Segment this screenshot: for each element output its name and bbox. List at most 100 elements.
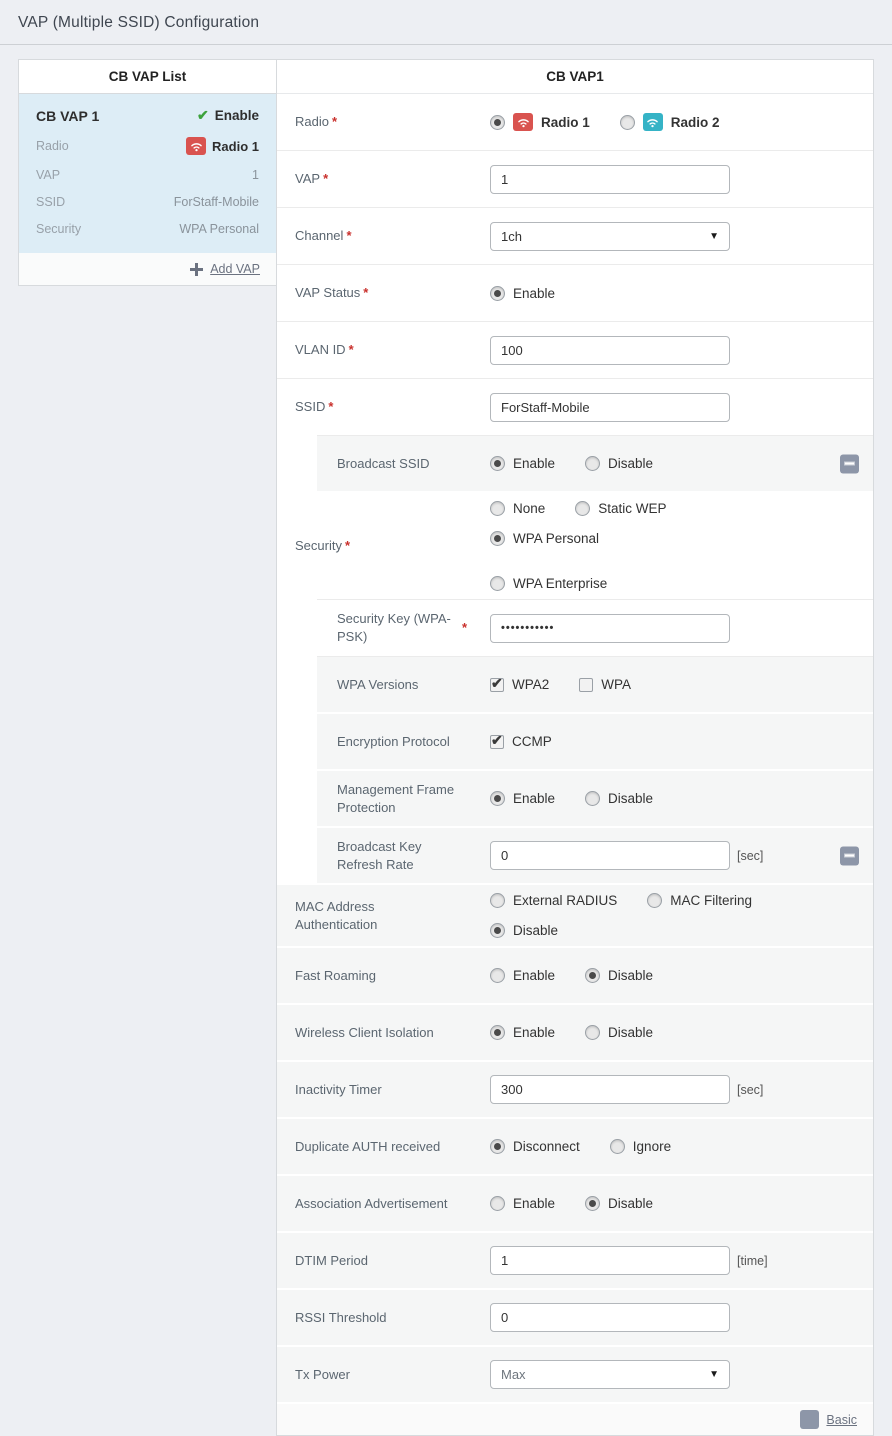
collapse-icon[interactable] <box>840 454 859 473</box>
form-row-security-key-wpa-psk: Security Key (WPA-PSK) * <box>277 598 873 658</box>
radio-button[interactable] <box>585 791 601 806</box>
field-label: Tx Power <box>295 1366 350 1382</box>
dtim-period-input[interactable] <box>490 1246 730 1275</box>
field-label-cell: Inactivity Timer <box>295 1081 490 1099</box>
radio-button[interactable] <box>585 456 601 471</box>
channel-select[interactable]: 1ch ▼ <box>490 221 730 251</box>
field-control: WPA2 WPA <box>490 675 813 692</box>
radio-button[interactable] <box>619 114 635 130</box>
field-label-cell: VAP * <box>295 170 490 188</box>
collapse-icon[interactable] <box>840 846 859 865</box>
radio-option-enable[interactable]: Enable <box>490 285 555 301</box>
add-vap-link[interactable]: Add VAP <box>210 262 260 276</box>
radio-button[interactable] <box>490 791 505 806</box>
checkbox[interactable] <box>490 675 504 692</box>
required-asterisk: * <box>344 538 351 554</box>
radio-button[interactable] <box>647 893 663 908</box>
radio-button[interactable] <box>490 893 505 908</box>
collapse-basic-icon[interactable] <box>800 1410 820 1429</box>
radio-option-enable[interactable]: Enable <box>490 1196 555 1211</box>
radio-option-wpa-enterprise[interactable]: WPA Enterprise <box>490 576 607 591</box>
radio-option-disable[interactable]: Disable <box>585 1025 653 1040</box>
radio-option-disable[interactable]: Disable <box>585 456 653 471</box>
field-label-cell: Broadcast Key Refresh Rate <box>337 838 490 873</box>
required-asterisk: * <box>363 285 369 301</box>
field-label: Channel <box>295 228 344 244</box>
radio-button[interactable] <box>585 968 601 983</box>
radio-option-none[interactable]: None <box>490 501 545 516</box>
tx-power-select[interactable]: Max ▼ <box>490 1360 730 1389</box>
field-label: Fast Roaming <box>295 967 376 983</box>
indent-gutter <box>277 655 317 714</box>
checkbox-option-ccmp[interactable]: CCMP <box>490 732 552 749</box>
form-row-broadcast-ssid: Broadcast SSID Enable Disable <box>277 434 873 493</box>
vap-list-item-cb-vap-1[interactable]: CB VAP 1 ✔ Enable Radio Radio 1 VAP 1 SS… <box>19 94 276 253</box>
radio-option-ignore[interactable]: Ignore <box>609 1139 671 1154</box>
radio-option-enable[interactable]: Enable <box>490 456 555 471</box>
radio-option-disable[interactable]: Disable <box>585 791 653 806</box>
inactivity-timer-input[interactable] <box>490 1075 730 1104</box>
field-control: Enable Disable <box>490 456 813 471</box>
broadcast-key-refresh-rate-input[interactable] <box>490 841 730 870</box>
radio-button[interactable] <box>585 1196 601 1211</box>
checkbox-option-wpa2[interactable]: WPA2 <box>490 675 549 692</box>
vap-field-ssid: SSID ForStaff-Mobile <box>36 195 259 209</box>
radio-option-disconnect[interactable]: Disconnect <box>490 1139 580 1154</box>
radio-option-enable[interactable]: Enable <box>490 791 555 806</box>
checkbox[interactable] <box>490 732 504 749</box>
radio-button[interactable] <box>575 501 591 516</box>
radio-button[interactable] <box>490 501 505 516</box>
radio-button[interactable] <box>490 1025 505 1040</box>
radio-button[interactable] <box>609 1139 625 1154</box>
radio-button[interactable] <box>490 114 505 130</box>
required-asterisk: * <box>328 399 334 415</box>
radio-option-mac-filtering[interactable]: MAC Filtering <box>647 893 752 908</box>
radio-button[interactable] <box>490 923 505 938</box>
form-row-vap-status: VAP Status * Enable <box>277 265 873 322</box>
radio-button[interactable] <box>490 1196 505 1211</box>
radio-option-disable[interactable]: Disable <box>585 1196 653 1211</box>
radio-option-disable[interactable]: Disable <box>490 923 558 938</box>
vap-input[interactable] <box>490 164 730 194</box>
ssid-input[interactable] <box>490 392 730 422</box>
radio-option-disable[interactable]: Disable <box>585 968 653 983</box>
radio-option-radio-2[interactable]: Radio 2 <box>619 113 720 131</box>
vap-field-radio: Radio Radio 1 <box>36 137 259 155</box>
field-label-cell: WPA Versions <box>337 676 490 694</box>
vap-field-radio-value: Radio 1 <box>212 138 259 154</box>
radio-button[interactable] <box>490 285 505 301</box>
field-label-cell: MAC Address Authentication <box>295 898 490 933</box>
rssi-threshold-input[interactable] <box>490 1303 730 1332</box>
field-label: Radio <box>295 114 329 130</box>
checkbox[interactable] <box>579 677 594 692</box>
radio-option-enable[interactable]: Enable <box>490 968 555 983</box>
form-footer: Basic <box>277 1404 873 1435</box>
field-label: VAP Status <box>295 285 361 301</box>
radio-button[interactable] <box>490 531 505 546</box>
form-row-vap: VAP * <box>277 151 873 208</box>
option-label: Enable <box>513 968 556 983</box>
option-label: Enable <box>513 1196 556 1211</box>
radio-button[interactable] <box>490 576 505 591</box>
vlan-id-input[interactable] <box>490 335 730 365</box>
radio-button[interactable] <box>490 1139 505 1154</box>
security-key-wpa-psk-input[interactable] <box>490 613 730 643</box>
field-label: Security Key (WPA-PSK) <box>337 611 451 644</box>
vap-form-box: CB VAP1 Radio*Radio 1Radio 2VAP*Channel*… <box>276 59 874 1436</box>
field-control: CCMP <box>490 732 813 749</box>
radio-option-wpa-personal[interactable]: WPA Personal <box>490 531 599 546</box>
checkbox-option-wpa[interactable]: WPA <box>579 677 631 692</box>
radio-button[interactable] <box>490 968 505 983</box>
vap-list-box: CB VAP List CB VAP 1 ✔ Enable Radio Radi… <box>18 59 277 286</box>
radio-option-enable[interactable]: Enable <box>490 1025 555 1040</box>
radio-button[interactable] <box>585 1025 601 1040</box>
radio-button[interactable] <box>490 456 505 471</box>
radio-option-radio-1[interactable]: Radio 1 <box>490 113 590 131</box>
indent-gutter <box>277 826 317 885</box>
radio-option-external-radius[interactable]: External RADIUS <box>490 893 617 908</box>
basic-link[interactable]: Basic <box>826 1413 857 1427</box>
radio-option-static-wep[interactable]: Static WEP <box>575 501 667 516</box>
field-label: RSSI Threshold <box>295 1309 387 1325</box>
field-label: Encryption Protocol <box>337 733 450 749</box>
option-label: Static WEP <box>598 501 667 516</box>
